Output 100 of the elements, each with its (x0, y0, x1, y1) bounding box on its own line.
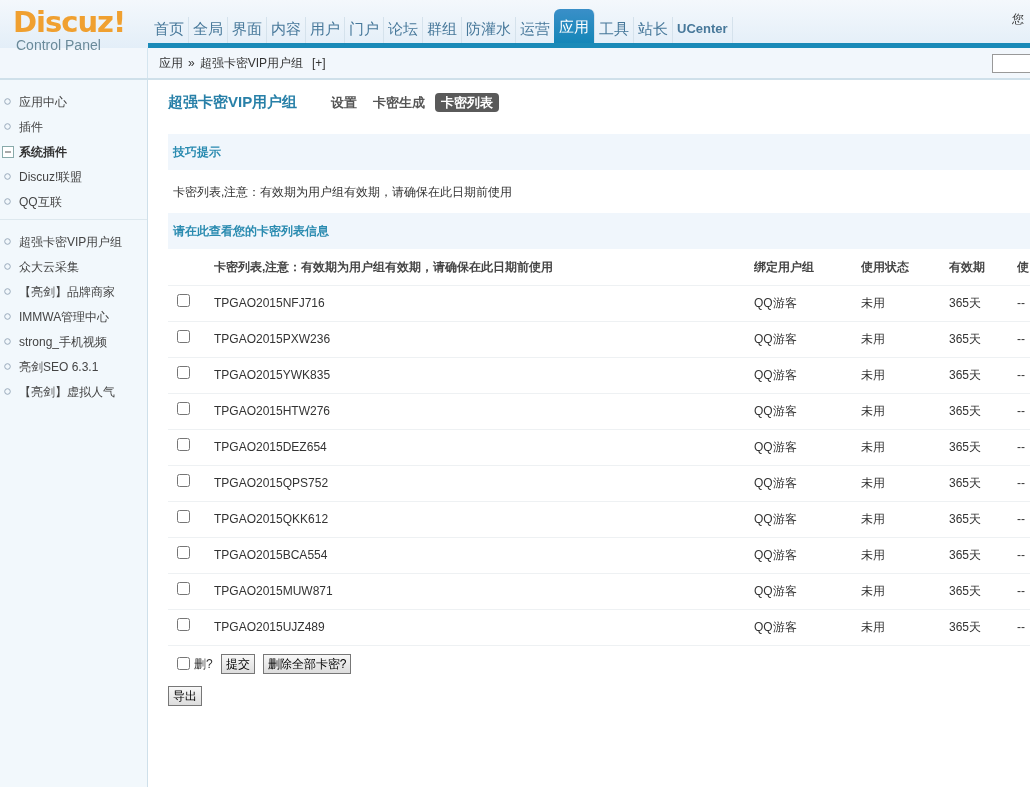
table-cell: TPGAO2015BCA554 (214, 548, 328, 562)
logo: Discuz! (13, 8, 127, 36)
page-tab[interactable]: 卡密列表 (435, 92, 500, 112)
bullet-icon (4, 288, 11, 295)
row-checkbox[interactable] (177, 294, 190, 307)
table-cell: 未用 (861, 512, 885, 526)
table-cell: TPGAO2015UJZ489 (214, 620, 325, 634)
table-cell: 未用 (861, 548, 885, 562)
table-cell: TPGAO2015PXW236 (214, 332, 331, 346)
sidebar-group[interactable]: 系统插件 (0, 139, 147, 164)
page-tab[interactable]: 卡密生成 (367, 92, 432, 112)
expand-toggle[interactable]: [+] (312, 54, 326, 72)
bullet-icon (4, 123, 11, 130)
section-header: 请在此查看您的卡密列表信息 (168, 213, 1030, 249)
table-cell: QQ游客 (754, 620, 797, 634)
table-cell: QQ游客 (754, 332, 797, 346)
logo-subtitle: Control Panel (15, 36, 102, 54)
table-cell: -- (1017, 440, 1025, 454)
page-title: 超强卡密VIP用户组 (168, 91, 298, 112)
table-cell: QQ游客 (754, 296, 797, 310)
table-cell: 未用 (861, 332, 885, 346)
column-header: 卡密列表,注意：有效期为用户组有效期，请确保在此日期前使用 (214, 249, 754, 285)
table-cell: -- (1017, 296, 1025, 310)
breadcrumb-link[interactable]: 超强卡密VIP用户组 (199, 54, 304, 72)
row-checkbox[interactable] (177, 366, 190, 379)
table-cell: 365天 (949, 404, 982, 418)
table-cell: 未用 (861, 368, 885, 382)
export-button[interactable]: 导出 (168, 685, 202, 706)
table-cell: -- (1017, 476, 1025, 490)
table-cell: TPGAO2015QKK612 (214, 512, 329, 526)
table-cell: QQ游客 (754, 440, 797, 454)
table-cell: 365天 (949, 332, 982, 346)
table-cell: -- (1017, 548, 1025, 562)
breadcrumb-link[interactable]: 应用 (159, 54, 183, 72)
sidebar-item[interactable]: IMMWA管理中心 (0, 304, 147, 329)
table-cell: 365天 (949, 368, 982, 382)
table-cell: TPGAO2015YWK835 (214, 368, 331, 382)
table-cell: 未用 (861, 620, 885, 634)
row-checkbox[interactable] (177, 474, 190, 487)
table-cell: TPGAO2015QPS752 (214, 476, 329, 490)
table-cell: QQ游客 (754, 512, 797, 526)
column-header: 绑定用户组 (754, 249, 861, 285)
column-header: 使用状态 (861, 249, 949, 285)
sidebar-item[interactable]: 应用中心 (0, 89, 147, 114)
table-cell: 未用 (861, 296, 885, 310)
section-header: 技巧提示 (168, 134, 1030, 170)
bullet-icon (4, 313, 11, 320)
sidebar-item[interactable]: 【亮剑】虚拟人气 (0, 379, 147, 404)
bullet-icon (4, 238, 11, 245)
table-cell: -- (1017, 584, 1025, 598)
row-checkbox[interactable] (177, 402, 190, 415)
bullet-icon (4, 338, 11, 345)
row-checkbox[interactable] (177, 546, 190, 559)
table-cell: 365天 (949, 440, 982, 454)
table-cell: -- (1017, 404, 1025, 418)
sidebar-item[interactable]: strong_手机视频 (0, 329, 147, 354)
nav-tab[interactable]: 应用 (554, 9, 595, 43)
table-cell: QQ游客 (754, 404, 797, 418)
table-cell: 365天 (949, 512, 982, 526)
table-cell: TPGAO2015DEZ654 (214, 440, 327, 454)
table-cell: -- (1017, 512, 1025, 526)
sidebar-item[interactable]: 亮剑SEO 6.3.1 (0, 354, 147, 379)
search-field[interactable] (992, 53, 1030, 73)
delete-checkbox[interactable] (177, 657, 190, 670)
table-cell: -- (1017, 368, 1025, 382)
table-cell: TPGAO2015HTW276 (214, 404, 331, 418)
page-tab[interactable]: 设置 (325, 92, 364, 112)
sidebar-item[interactable]: 超强卡密VIP用户组 (0, 229, 147, 254)
sidebar-item[interactable]: Discuz!联盟 (0, 164, 147, 189)
sidebar-item[interactable]: QQ互联 (0, 189, 147, 214)
table-cell: TPGAO2015NFJ716 (214, 296, 325, 310)
table-cell: 365天 (949, 548, 982, 562)
bullet-icon (4, 198, 11, 205)
table-cell: 365天 (949, 296, 982, 310)
row-checkbox[interactable] (177, 618, 190, 631)
table-cell: 365天 (949, 584, 982, 598)
sidebar-item[interactable]: 【亮剑】品牌商家 (0, 279, 147, 304)
row-checkbox[interactable] (177, 330, 190, 343)
action-button[interactable]: 提交 (220, 653, 255, 674)
tip-text: 卡密列表,注意：有效期为用户组有效期，请确保在此日期前使用 (173, 183, 513, 201)
row-checkbox[interactable] (177, 438, 190, 451)
table-cell: TPGAO2015MUW871 (214, 584, 333, 598)
action-button[interactable]: 删除全部卡密? (262, 653, 352, 674)
table-cell: 未用 (861, 440, 885, 454)
table-cell: 未用 (861, 404, 885, 418)
collapse-icon[interactable] (2, 145, 14, 158)
row-checkbox[interactable] (177, 582, 190, 595)
column-header: 使 (1017, 249, 1030, 285)
row-checkbox[interactable] (177, 510, 190, 523)
table-cell: 365天 (949, 620, 982, 634)
table-cell: 未用 (861, 584, 885, 598)
table-cell: 未用 (861, 476, 885, 490)
sidebar-item[interactable]: 插件 (0, 114, 147, 139)
sidebar-item[interactable]: 众大云采集 (0, 254, 147, 279)
table-cell: -- (1017, 332, 1025, 346)
bullet-icon (4, 263, 11, 270)
bullet-icon (4, 173, 11, 180)
bullet-icon (4, 388, 11, 395)
bullet-icon (4, 363, 11, 370)
breadcrumb-separator: » (188, 55, 195, 72)
